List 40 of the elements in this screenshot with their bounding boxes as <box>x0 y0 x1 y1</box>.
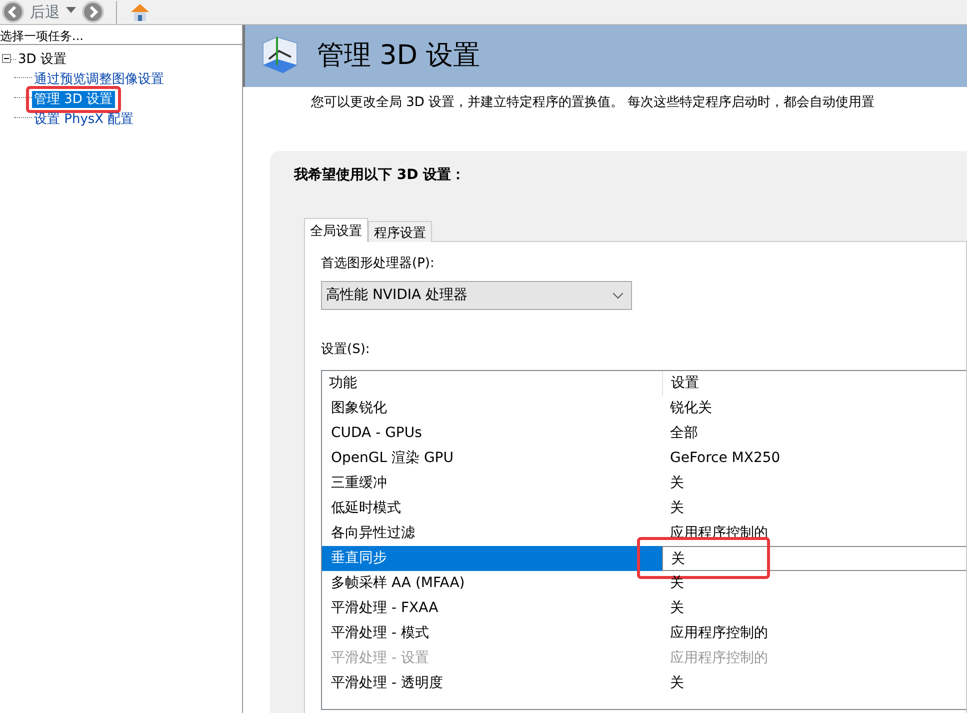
back-label[interactable]: 后退 <box>30 1 60 23</box>
feature-cell[interactable]: CUDA - GPUs <box>322 420 662 446</box>
feature-cell[interactable]: 三重缓冲 <box>322 470 662 496</box>
page-description: 您可以更改全局 3D 设置，并建立特定程序的置换值。 每次这些特定程序启动时，都会自动使用置 <box>310 94 876 112</box>
feature-cell[interactable]: OpenGL 渲染 GPU <box>322 446 662 470</box>
task-panel-title: 选择一项任务... <box>0 25 242 45</box>
setting-value-cell[interactable]: 应用程序控制的 <box>662 620 966 646</box>
setting-value-cell[interactable]: 关 <box>662 596 966 620</box>
feature-cell[interactable]: 各向异性过滤 <box>322 520 662 546</box>
tree-item[interactable]: 设置 PhysX 配置 <box>32 110 136 128</box>
chevron-down-icon <box>613 292 623 299</box>
column-header[interactable]: 设置 <box>662 370 966 396</box>
feature-cell[interactable]: 平滑处理 - FXAA <box>322 596 662 620</box>
collapse-toggle-icon[interactable] <box>2 54 11 64</box>
setting-value-cell[interactable]: 锐化关 <box>662 396 966 420</box>
feature-cell[interactable]: 平滑处理 - 模式 <box>322 620 662 646</box>
setting-value-cell[interactable]: 全部 <box>662 420 966 446</box>
setting-value-cell[interactable]: 关 <box>662 546 966 570</box>
home-icon[interactable] <box>129 1 151 23</box>
tab[interactable]: 全局设置 <box>304 218 368 242</box>
setting-value-cell[interactable]: 关 <box>662 470 966 496</box>
setting-value-cell[interactable]: 关 <box>662 496 966 520</box>
tree-item[interactable]: 3D 设置 <box>16 50 68 68</box>
feature-cell[interactable]: 平滑处理 - 透明度 <box>322 670 662 696</box>
tree-item[interactable]: 通过预览调整图像设置 <box>32 70 166 88</box>
setting-value-cell[interactable]: 关 <box>662 570 966 596</box>
settings-label: 设置(S): <box>321 341 371 359</box>
tab[interactable]: 程序设置 <box>368 220 432 242</box>
setting-value-cell[interactable]: 关 <box>662 670 966 696</box>
feature-cell[interactable]: 垂直同步 <box>322 546 662 570</box>
feature-cell[interactable]: 图象锐化 <box>322 396 662 420</box>
tree-item[interactable]: 管理 3D 设置 <box>32 90 115 108</box>
column-header[interactable]: 功能 <box>322 370 662 396</box>
gpu-dropdown[interactable]: 高性能 NVIDIA 处理器 <box>321 281 632 310</box>
setting-value-cell[interactable]: GeForce MX250 <box>662 446 966 470</box>
feature-cell[interactable]: 多帧采样 AA (MFAA) <box>322 570 662 596</box>
gpu-label: 首选图形处理器(P): <box>321 254 436 272</box>
feature-cell[interactable]: 低延时模式 <box>322 496 662 520</box>
page-title: 管理 3D 设置 <box>317 38 480 73</box>
settings-heading: 我希望使用以下 3D 设置： <box>294 166 466 184</box>
